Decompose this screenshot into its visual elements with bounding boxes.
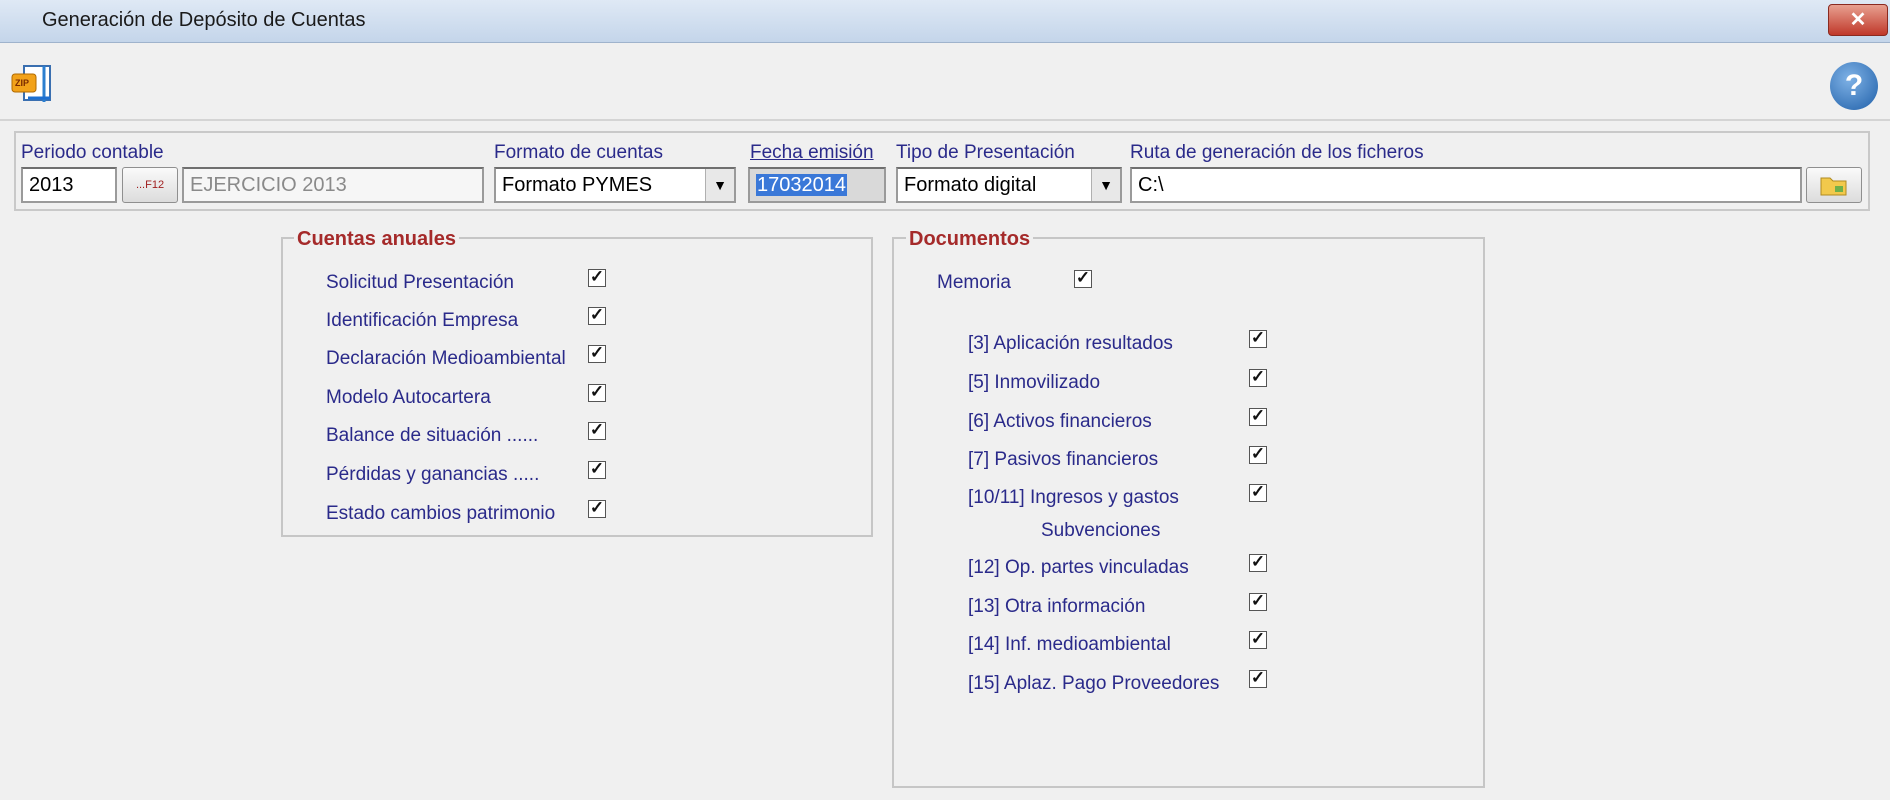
- documentos-checkbox-3-aplicacion-resultados[interactable]: ✓: [1249, 329, 1267, 348]
- documentos-item-subvenciones: Subvenciones: [1041, 520, 1161, 541]
- documentos-checkbox-5-inmovilizado[interactable]: ✓: [1249, 368, 1267, 387]
- cuentas-item-estado-cambios-patrimonio: Estado cambios patrimonio: [326, 503, 556, 524]
- documentos-item-12-op-partes-vinculadas: [12] Op. partes vinculadas: [968, 557, 1189, 578]
- cuentas-item-modelo-autocartera: Modelo Autocartera: [326, 387, 491, 408]
- ruta-label: Ruta de generación de los ficheros: [1130, 142, 1424, 163]
- cuentas-checkbox-declaracion-medioambiental[interactable]: ✓: [588, 344, 606, 363]
- documentos-checkbox-13-otra-informacion[interactable]: ✓: [1249, 592, 1267, 611]
- documentos-legend: Documentos: [906, 228, 1034, 251]
- cuentas-checkbox-balance-de-situacion[interactable]: ✓: [588, 421, 606, 440]
- documentos-item-5-inmovilizado: [5] Inmovilizado: [968, 372, 1101, 393]
- toolbar: [0, 43, 1890, 121]
- documentos-checkbox-12-op-partes-vinculadas[interactable]: ✓: [1249, 553, 1267, 572]
- formato-value: Formato PYMES: [502, 174, 653, 196]
- chevron-down-icon[interactable]: ▼: [705, 169, 734, 201]
- formato-select[interactable]: Formato PYMES ▼: [494, 167, 736, 203]
- fecha-label: Fecha emisión: [750, 142, 874, 163]
- documentos-checkbox-14-inf-medioambiental[interactable]: ✓: [1249, 630, 1267, 649]
- cuentas-item-identificacion-empresa: Identificación Empresa: [326, 310, 519, 331]
- documentos-item-10-11-ingresos-y-gastos: [10/11] Ingresos y gastos: [968, 487, 1179, 508]
- cuentas-item-balance-de-situacion: Balance de situación ......: [326, 425, 539, 446]
- cuentas-checkbox-identificacion-empresa[interactable]: ✓: [588, 306, 606, 325]
- cuentas-checkbox-perdidas-y-ganancias[interactable]: ✓: [588, 460, 606, 479]
- documentos-group: [892, 237, 1485, 788]
- documentos-item-14-inf-medioambiental: [14] Inf. medioambiental: [968, 634, 1171, 655]
- close-button[interactable]: ✕: [1828, 4, 1888, 36]
- tipo-label: Tipo de Presentación: [896, 142, 1075, 163]
- periodo-input[interactable]: 2013: [21, 167, 117, 203]
- documentos-checkbox-15-aplaz-pago-proveedores[interactable]: ✓: [1249, 669, 1267, 688]
- zip-icon-label: ZIP: [15, 78, 30, 88]
- documentos-item-15-aplaz-pago-proveedores: [15] Aplaz. Pago Proveedores: [968, 673, 1220, 694]
- folder-icon: [1820, 177, 1847, 196]
- periodo-label: Periodo contable: [21, 142, 164, 163]
- documentos-checkbox-7-pasivos-financieros[interactable]: ✓: [1249, 445, 1267, 464]
- cuentas-checkbox-solicitud-presentacion[interactable]: ✓: [588, 268, 606, 287]
- tipo-value: Formato digital: [904, 174, 1037, 196]
- documentos-item-3-aplicacion-resultados: [3] Aplicación resultados: [968, 333, 1173, 354]
- f12-lookup-button[interactable]: ...F12: [122, 167, 178, 203]
- formato-label: Formato de cuentas: [494, 142, 663, 163]
- generate-zip-icon[interactable]: ZIP: [10, 62, 60, 110]
- documentos-checkbox-10-11-ingresos-y-gastos[interactable]: ✓: [1249, 483, 1267, 502]
- fecha-value: 17032014: [756, 174, 847, 196]
- chevron-down-icon[interactable]: ▼: [1091, 169, 1120, 201]
- ejercicio-field: EJERCICIO 2013: [182, 167, 484, 203]
- cuentas-item-solicitud-presentacion: Solicitud Presentación: [326, 272, 514, 293]
- memoria-label: Memoria: [937, 272, 1011, 293]
- fecha-input[interactable]: 17032014: [748, 167, 886, 203]
- memoria-checkbox[interactable]: ✓: [1074, 269, 1092, 288]
- ruta-input[interactable]: C:\: [1130, 167, 1802, 203]
- documentos-checkbox-6-activos-financieros[interactable]: ✓: [1249, 407, 1267, 426]
- help-icon[interactable]: ?: [1830, 62, 1878, 110]
- cuentas-checkbox-modelo-autocartera[interactable]: ✓: [588, 383, 606, 402]
- window-title: Generación de Depósito de Cuentas: [42, 9, 366, 31]
- cuentas-checkbox-estado-cambios-patrimonio[interactable]: ✓: [588, 499, 606, 518]
- documentos-item-7-pasivos-financieros: [7] Pasivos financieros: [968, 449, 1159, 470]
- cuentas-anuales-legend: Cuentas anuales: [294, 228, 459, 251]
- tipo-select[interactable]: Formato digital ▼: [896, 167, 1122, 203]
- cuentas-item-declaracion-medioambiental: Declaración Medioambiental: [326, 348, 566, 369]
- documentos-item-13-otra-informacion: [13] Otra información: [968, 596, 1146, 617]
- documentos-item-6-activos-financieros: [6] Activos financieros: [968, 411, 1152, 432]
- browse-folder-button[interactable]: [1806, 167, 1862, 203]
- cuentas-item-perdidas-y-ganancias: Pérdidas y ganancias .....: [326, 464, 540, 485]
